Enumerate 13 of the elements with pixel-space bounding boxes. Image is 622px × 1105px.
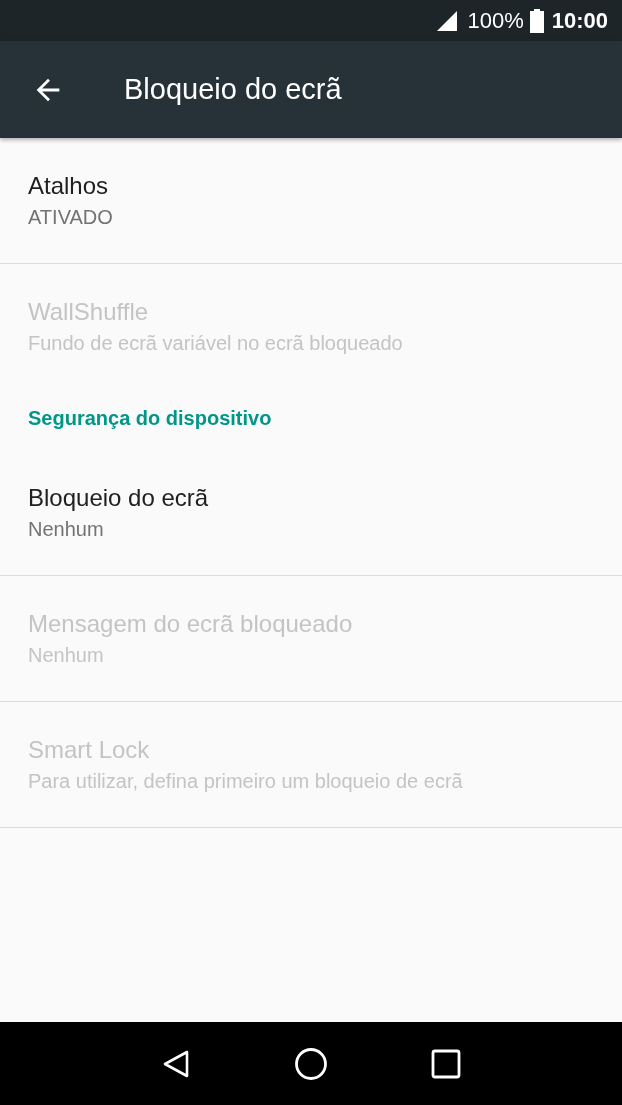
settings-item[interactable]: Bloqueio do ecrã Nenhum	[0, 450, 622, 576]
item-title: Bloqueio do ecrã	[28, 484, 209, 512]
settings-item[interactable]: Atalhos ATIVADO	[0, 138, 622, 264]
battery-percent: 100%	[467, 7, 524, 34]
screen-title: Bloqueio do ecrã	[124, 73, 342, 106]
section-header: Segurança do dispositivo	[28, 406, 272, 430]
item-title: Atalhos	[28, 172, 109, 200]
battery-icon	[529, 8, 544, 33]
home-icon[interactable]	[294, 1046, 328, 1081]
item-subtitle: ATIVADO	[28, 206, 113, 229]
recents-icon[interactable]	[430, 1048, 461, 1079]
item-subtitle: Nenhum	[28, 518, 104, 541]
clock: 10:00	[551, 7, 608, 34]
